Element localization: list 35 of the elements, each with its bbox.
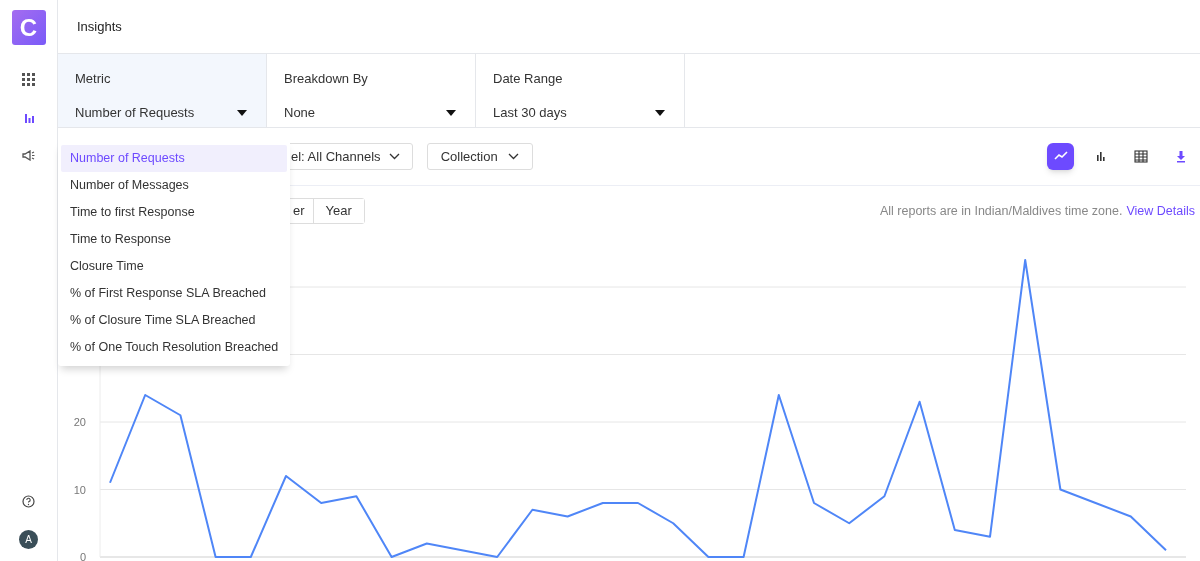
view-details-link[interactable]: View Details	[1126, 201, 1195, 221]
menu-item[interactable]: % of Closure Time SLA Breached	[61, 307, 287, 334]
logo[interactable]: C	[11, 10, 46, 45]
menu-item[interactable]: Number of Requests	[61, 145, 287, 172]
filter-value: Number of Requests	[75, 104, 195, 123]
caret-icon	[237, 110, 247, 117]
filter-label: Date Range	[493, 69, 564, 88]
y-axis-label: 10	[73, 483, 86, 496]
y-axis-label: 0	[79, 551, 86, 561]
filter-select[interactable]: Metric Number of Requests	[58, 53, 267, 128]
grid-icon[interactable]	[22, 73, 35, 86]
filter-value: Last 30 days	[493, 104, 567, 123]
filter-label: Metric	[75, 69, 112, 88]
filter-label: Breakdown By	[284, 69, 369, 88]
table-icon	[1133, 150, 1148, 164]
megaphone-icon[interactable]	[22, 150, 35, 161]
collection-dropdown[interactable]: Collection	[426, 143, 533, 171]
menu-item[interactable]: Number of Messages	[61, 172, 287, 199]
user-avatar[interactable]: A	[19, 530, 38, 549]
menu-item[interactable]: % of First Response SLA Breached	[61, 280, 287, 307]
bar-chart-icon[interactable]	[23, 113, 34, 123]
caret-icon	[446, 110, 456, 117]
timezone-note: All reports are in Indian/Maldives time zone.	[879, 202, 1123, 220]
chevron-down-icon	[507, 153, 519, 161]
page-title: Insights	[77, 17, 122, 36]
y-axis-label: 20	[73, 416, 86, 428]
help-icon[interactable]	[22, 495, 35, 508]
trend-button[interactable]	[1047, 143, 1074, 171]
menu-item[interactable]: Time to Response	[61, 226, 287, 253]
caret-icon	[655, 110, 665, 117]
menu-item[interactable]: Time to first Response	[61, 199, 287, 226]
menu-item[interactable]: % of One Touch Resolution Breached	[61, 334, 287, 361]
menu-item[interactable]: Closure Time	[61, 253, 287, 280]
filter-value: None	[284, 104, 316, 123]
chevron-down-icon	[388, 153, 400, 161]
